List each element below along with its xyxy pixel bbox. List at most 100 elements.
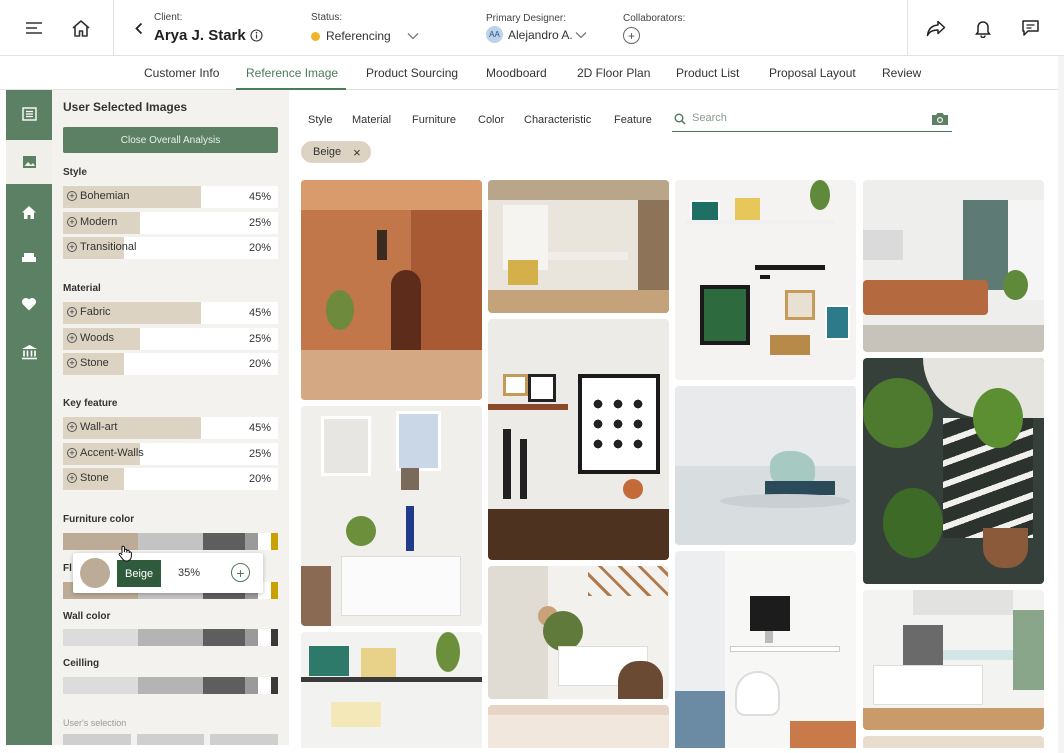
client-label: Client:: [154, 12, 183, 23]
ceiling-image[interactable]: [488, 705, 669, 748]
chip-label: Beige: [313, 146, 342, 158]
info-icon[interactable]: [250, 29, 263, 42]
tab-2d-floor-plan[interactable]: 2D Floor Plan: [577, 66, 650, 80]
wall-color-strip[interactable]: [63, 629, 278, 646]
spiral-stair-plants-image[interactable]: [863, 358, 1044, 584]
color-swatch: [80, 558, 110, 588]
section-title-wall-color: Wall color: [63, 611, 111, 622]
color-segment[interactable]: [203, 677, 245, 694]
color-segment[interactable]: [271, 533, 278, 550]
color-segment[interactable]: [271, 629, 278, 646]
add-color-button[interactable]: +: [231, 563, 250, 582]
menu-button[interactable]: [16, 0, 52, 56]
color-segment[interactable]: [271, 582, 278, 599]
dining-room-image[interactable]: [488, 180, 669, 313]
panel-title: User Selected Images: [63, 100, 188, 114]
color-segment[interactable]: [245, 677, 258, 694]
rail-item-bank[interactable]: [6, 330, 52, 374]
filter-furniture[interactable]: Furniture: [412, 114, 456, 126]
stat-label-text: Fabric: [80, 306, 111, 318]
rail-item-home[interactable]: [6, 190, 52, 234]
color-segment[interactable]: [258, 677, 271, 694]
color-percent: 35%: [178, 567, 201, 579]
warm-room-image[interactable]: [863, 736, 1044, 748]
designer-select[interactable]: Alejandro A.: [508, 28, 573, 42]
scrollbar-track[interactable]: [1058, 56, 1064, 753]
stat-row[interactable]: + Stone 20%: [63, 353, 278, 375]
back-button[interactable]: [130, 0, 148, 56]
gallery-wall-image[interactable]: [675, 180, 856, 380]
color-segment[interactable]: [138, 533, 203, 550]
stat-row[interactable]: + Wall-art 45%: [63, 417, 278, 439]
oo-la-la-poster-shelf-image[interactable]: [488, 319, 669, 560]
stat-label-text: Wall-art: [80, 421, 118, 433]
camera-search-icon[interactable]: [930, 110, 950, 128]
color-segment[interactable]: [203, 629, 245, 646]
tab-proposal-layout[interactable]: Proposal Layout: [769, 66, 856, 80]
tab-customer-info[interactable]: Customer Info: [144, 66, 219, 80]
stat-row[interactable]: + Fabric 45%: [63, 302, 278, 324]
divider: [907, 0, 908, 56]
thumbnail[interactable]: [210, 734, 279, 745]
rail-item-list[interactable]: [6, 92, 52, 136]
chevron-down-icon[interactable]: [407, 32, 419, 40]
tab-product-list[interactable]: Product List: [676, 66, 739, 80]
stat-label: + Transitional: [67, 241, 136, 253]
color-segment[interactable]: [63, 677, 138, 694]
thumbnail[interactable]: [63, 734, 131, 745]
glass-sculpture-books-image[interactable]: [675, 386, 856, 545]
ceiling-color-strip[interactable]: [63, 677, 278, 694]
stat-row[interactable]: + Stone 20%: [63, 468, 278, 490]
color-segment[interactable]: [258, 533, 271, 550]
add-collaborator-button[interactable]: +: [623, 27, 640, 44]
rail-item-furniture[interactable]: [6, 235, 52, 279]
rail-item-favorites[interactable]: [6, 282, 52, 326]
stat-row[interactable]: + Accent-Walls 25%: [63, 443, 278, 465]
thumbnail[interactable]: [136, 734, 205, 745]
tab-review[interactable]: Review: [882, 66, 921, 80]
filter-feature[interactable]: Feature: [614, 114, 652, 126]
stat-row[interactable]: + Transitional 20%: [63, 237, 278, 259]
home-button[interactable]: [62, 0, 100, 56]
notifications-button[interactable]: [965, 0, 1001, 56]
color-segment[interactable]: [138, 677, 203, 694]
close-analysis-button[interactable]: Close Overall Analysis: [63, 127, 278, 153]
image-grid: [289, 170, 1056, 748]
stat-label: + Wall-art: [67, 421, 117, 433]
color-segment[interactable]: [63, 629, 138, 646]
add-circle-icon: +: [67, 307, 77, 317]
chat-button[interactable]: [1012, 0, 1048, 56]
color-segment[interactable]: [245, 533, 258, 550]
terracotta-hallway-image[interactable]: [301, 180, 482, 400]
color-segment[interactable]: [258, 629, 271, 646]
filter-color[interactable]: Color: [478, 114, 504, 126]
white-kitchen-image[interactable]: [863, 590, 1044, 730]
share-button[interactable]: [918, 0, 954, 56]
white-desk-office-image[interactable]: [675, 551, 856, 748]
filter-chip-beige[interactable]: Beige ×: [301, 141, 371, 163]
tab-product-sourcing[interactable]: Product Sourcing: [366, 66, 458, 80]
chevron-down-icon[interactable]: [575, 31, 587, 39]
color-segment[interactable]: [271, 677, 278, 694]
status-select[interactable]: Referencing: [326, 29, 391, 43]
furniture-color-strip[interactable]: [63, 533, 278, 550]
stat-row[interactable]: + Woods 25%: [63, 328, 278, 350]
tab-reference-image[interactable]: Reference Image: [246, 66, 338, 80]
color-segment[interactable]: [138, 629, 203, 646]
close-icon[interactable]: ×: [353, 145, 361, 160]
stat-row[interactable]: + Bohemian 45%: [63, 186, 278, 208]
section-title-ceiling: Ceilling: [63, 658, 100, 669]
filter-characteristic[interactable]: Characteristic: [524, 114, 591, 126]
tab-moodboard[interactable]: Moodboard: [486, 66, 547, 80]
filter-material[interactable]: Material: [352, 114, 391, 126]
filter-style[interactable]: Style: [308, 114, 332, 126]
macrame-chair-corner-image[interactable]: [488, 566, 669, 699]
color-segment[interactable]: [203, 533, 245, 550]
rail-item-images[interactable]: [6, 140, 52, 184]
color-segment[interactable]: [245, 629, 258, 646]
living-room-leather-sofa-image[interactable]: [863, 180, 1044, 352]
search-input[interactable]: [692, 112, 922, 124]
white-shelf-wall-art-image[interactable]: [301, 406, 482, 626]
stat-row[interactable]: + Modern 25%: [63, 212, 278, 234]
shelf-frames-image[interactable]: [301, 632, 482, 748]
